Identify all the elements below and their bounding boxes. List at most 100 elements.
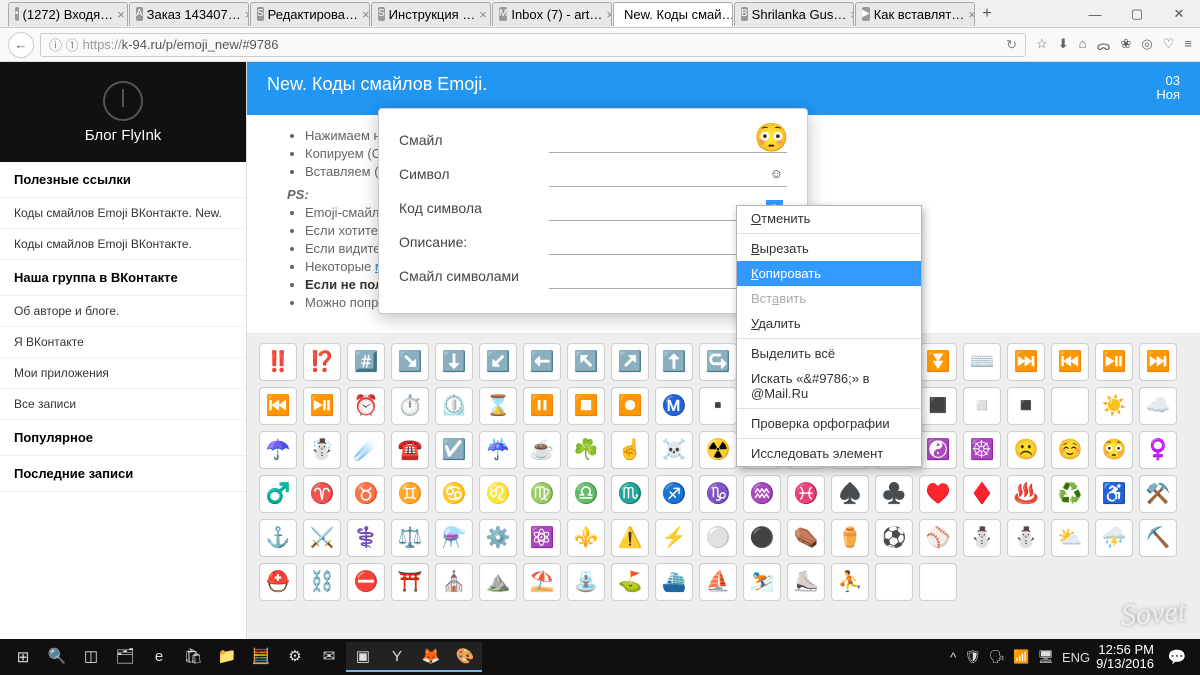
- emoji-cell[interactable]: ⛵: [699, 563, 737, 601]
- emoji-cell[interactable]: ♏: [611, 475, 649, 513]
- taskbar-app[interactable]: 🦊: [414, 642, 448, 672]
- emoji-cell[interactable]: ☔: [479, 431, 517, 469]
- new-tab-button[interactable]: +: [976, 5, 998, 23]
- emoji-cell[interactable]: ⚙️: [479, 519, 517, 557]
- emoji-cell[interactable]: ↘️: [391, 343, 429, 381]
- emoji-cell[interactable]: ♠️: [831, 475, 869, 513]
- toolbar-icon[interactable]: ☆: [1036, 36, 1048, 54]
- maximize-button[interactable]: ▢: [1116, 0, 1158, 28]
- browser-tab[interactable]: ▶Как вставлят…×: [855, 2, 975, 26]
- browser-tab[interactable]: SРедактирова…×: [250, 2, 370, 26]
- emoji-cell[interactable]: [875, 563, 913, 601]
- toolbar-icon[interactable]: ⬇: [1058, 36, 1069, 54]
- emoji-cell[interactable]: ⛩️: [391, 563, 429, 601]
- taskbar-app[interactable]: ⚙: [278, 642, 312, 672]
- taskbar-app[interactable]: ✉: [312, 642, 346, 672]
- dialog-field[interactable]: [549, 127, 787, 153]
- emoji-cell[interactable]: ⚔️: [303, 519, 341, 557]
- emoji-cell[interactable]: ◼️: [919, 387, 957, 425]
- tab-close-icon[interactable]: ×: [362, 7, 370, 22]
- emoji-cell[interactable]: ↖️: [567, 343, 605, 381]
- toolbar-icon[interactable]: ⌂: [1079, 36, 1087, 54]
- tab-close-icon[interactable]: ×: [850, 7, 854, 22]
- emoji-cell[interactable]: ♋: [435, 475, 473, 513]
- emoji-cell[interactable]: ⏮️: [259, 387, 297, 425]
- address-field[interactable]: ⓘ ① https:// k-94.ru/p/emoji_new/#9786 ↻: [40, 33, 1026, 57]
- emoji-cell[interactable]: ⛴️: [655, 563, 693, 601]
- emoji-cell[interactable]: ♂️: [259, 475, 297, 513]
- emoji-cell[interactable]: ⚡: [655, 519, 693, 557]
- emoji-cell[interactable]: ⚛️: [523, 519, 561, 557]
- emoji-cell[interactable]: ☺️: [1051, 431, 1089, 469]
- emoji-cell[interactable]: ⏮️: [1051, 343, 1089, 381]
- emoji-cell[interactable]: ⛄: [1007, 519, 1045, 557]
- emoji-cell[interactable]: ⚽: [875, 519, 913, 557]
- emoji-cell[interactable]: ⌛: [479, 387, 517, 425]
- emoji-cell[interactable]: ⏹️: [567, 387, 605, 425]
- emoji-cell[interactable]: ⌨️: [963, 343, 1001, 381]
- emoji-cell[interactable]: ⛷️: [743, 563, 781, 601]
- taskbar-app[interactable]: 🗂: [108, 642, 142, 672]
- emoji-cell[interactable]: ⛏️: [1139, 519, 1177, 557]
- taskbar-clock[interactable]: 12:56 PM 9/13/2016: [1096, 643, 1154, 672]
- emoji-cell[interactable]: ⬆️: [655, 343, 693, 381]
- browser-tab[interactable]: AЗаказ 143407…×: [129, 2, 249, 26]
- emoji-cell[interactable]: ☑️: [435, 431, 473, 469]
- emoji-cell[interactable]: ⚠️: [611, 519, 649, 557]
- emoji-cell[interactable]: ♈: [303, 475, 341, 513]
- emoji-cell[interactable]: ⛅: [1051, 519, 1089, 557]
- emoji-cell[interactable]: ⚫: [743, 519, 781, 557]
- emoji-cell[interactable]: #️⃣: [347, 343, 385, 381]
- emoji-cell[interactable]: ⏺️: [611, 387, 649, 425]
- back-button[interactable]: ←: [8, 32, 34, 58]
- emoji-cell[interactable]: ⏱️: [391, 387, 429, 425]
- site-logo[interactable]: Блог FlyInk: [0, 62, 246, 162]
- emoji-cell[interactable]: ⚾: [919, 519, 957, 557]
- tab-close-icon[interactable]: ×: [606, 7, 612, 22]
- tray-icon[interactable]: 📶: [1013, 649, 1029, 665]
- emoji-cell[interactable]: ⚪: [699, 519, 737, 557]
- emoji-cell[interactable]: ⬇️: [435, 343, 473, 381]
- emoji-cell[interactable]: ⛪: [435, 563, 473, 601]
- emoji-cell[interactable]: ⏭️: [1007, 343, 1045, 381]
- tab-close-icon[interactable]: ×: [968, 7, 975, 22]
- sidebar-item[interactable]: Коды смайлов Emoji ВКонтакте. New.: [0, 198, 246, 229]
- tray-icon[interactable]: 🗣: [989, 649, 1006, 665]
- emoji-cell[interactable]: ☘️: [567, 431, 605, 469]
- emoji-cell[interactable]: ♑: [699, 475, 737, 513]
- emoji-cell[interactable]: ⛓️: [303, 563, 341, 601]
- sidebar-item[interactable]: Я ВКонтакте: [0, 327, 246, 358]
- tab-close-icon[interactable]: ×: [117, 7, 125, 22]
- emoji-cell[interactable]: ♀️: [1139, 431, 1177, 469]
- notifications-button[interactable]: 💬: [1160, 642, 1194, 672]
- taskbar-app[interactable]: 🔍: [40, 642, 74, 672]
- start-button[interactable]: ⊞: [6, 642, 40, 672]
- emoji-cell[interactable]: ♊: [391, 475, 429, 513]
- emoji-cell[interactable]: ♦️: [963, 475, 1001, 513]
- emoji-cell[interactable]: ☠️: [655, 431, 693, 469]
- emoji-cell[interactable]: ⁉️: [303, 343, 341, 381]
- emoji-cell[interactable]: ♉: [347, 475, 385, 513]
- emoji-cell[interactable]: ⚕️: [347, 519, 385, 557]
- emoji-cell[interactable]: ☸️: [963, 431, 1001, 469]
- context-menu-item[interactable]: Отменить: [737, 206, 921, 231]
- emoji-cell[interactable]: ♻️: [1051, 475, 1089, 513]
- taskbar-app[interactable]: 🎨: [448, 642, 482, 672]
- tab-close-icon[interactable]: ×: [245, 7, 249, 22]
- emoji-cell[interactable]: ⬅️: [523, 343, 561, 381]
- emoji-cell[interactable]: ⏬: [919, 343, 957, 381]
- emoji-cell[interactable]: ♍: [523, 475, 561, 513]
- emoji-cell[interactable]: ♌: [479, 475, 517, 513]
- emoji-cell[interactable]: ⛑️: [259, 563, 297, 601]
- emoji-cell[interactable]: ☯️: [919, 431, 957, 469]
- emoji-cell[interactable]: ‼️: [259, 343, 297, 381]
- browser-tab[interactable]: SИнструкция …×: [371, 2, 491, 26]
- toolbar-icon[interactable]: ≡: [1184, 36, 1192, 54]
- emoji-cell[interactable]: ⏲️: [435, 387, 473, 425]
- browser-tab[interactable]: New. Коды смай…×: [613, 2, 733, 26]
- context-menu-item[interactable]: Проверка орфографии: [737, 411, 921, 436]
- emoji-cell[interactable]: ↙️: [479, 343, 517, 381]
- emoji-cell[interactable]: ⚱️: [831, 519, 869, 557]
- emoji-cell[interactable]: ⚜️: [567, 519, 605, 557]
- close-button[interactable]: ✕: [1158, 0, 1200, 28]
